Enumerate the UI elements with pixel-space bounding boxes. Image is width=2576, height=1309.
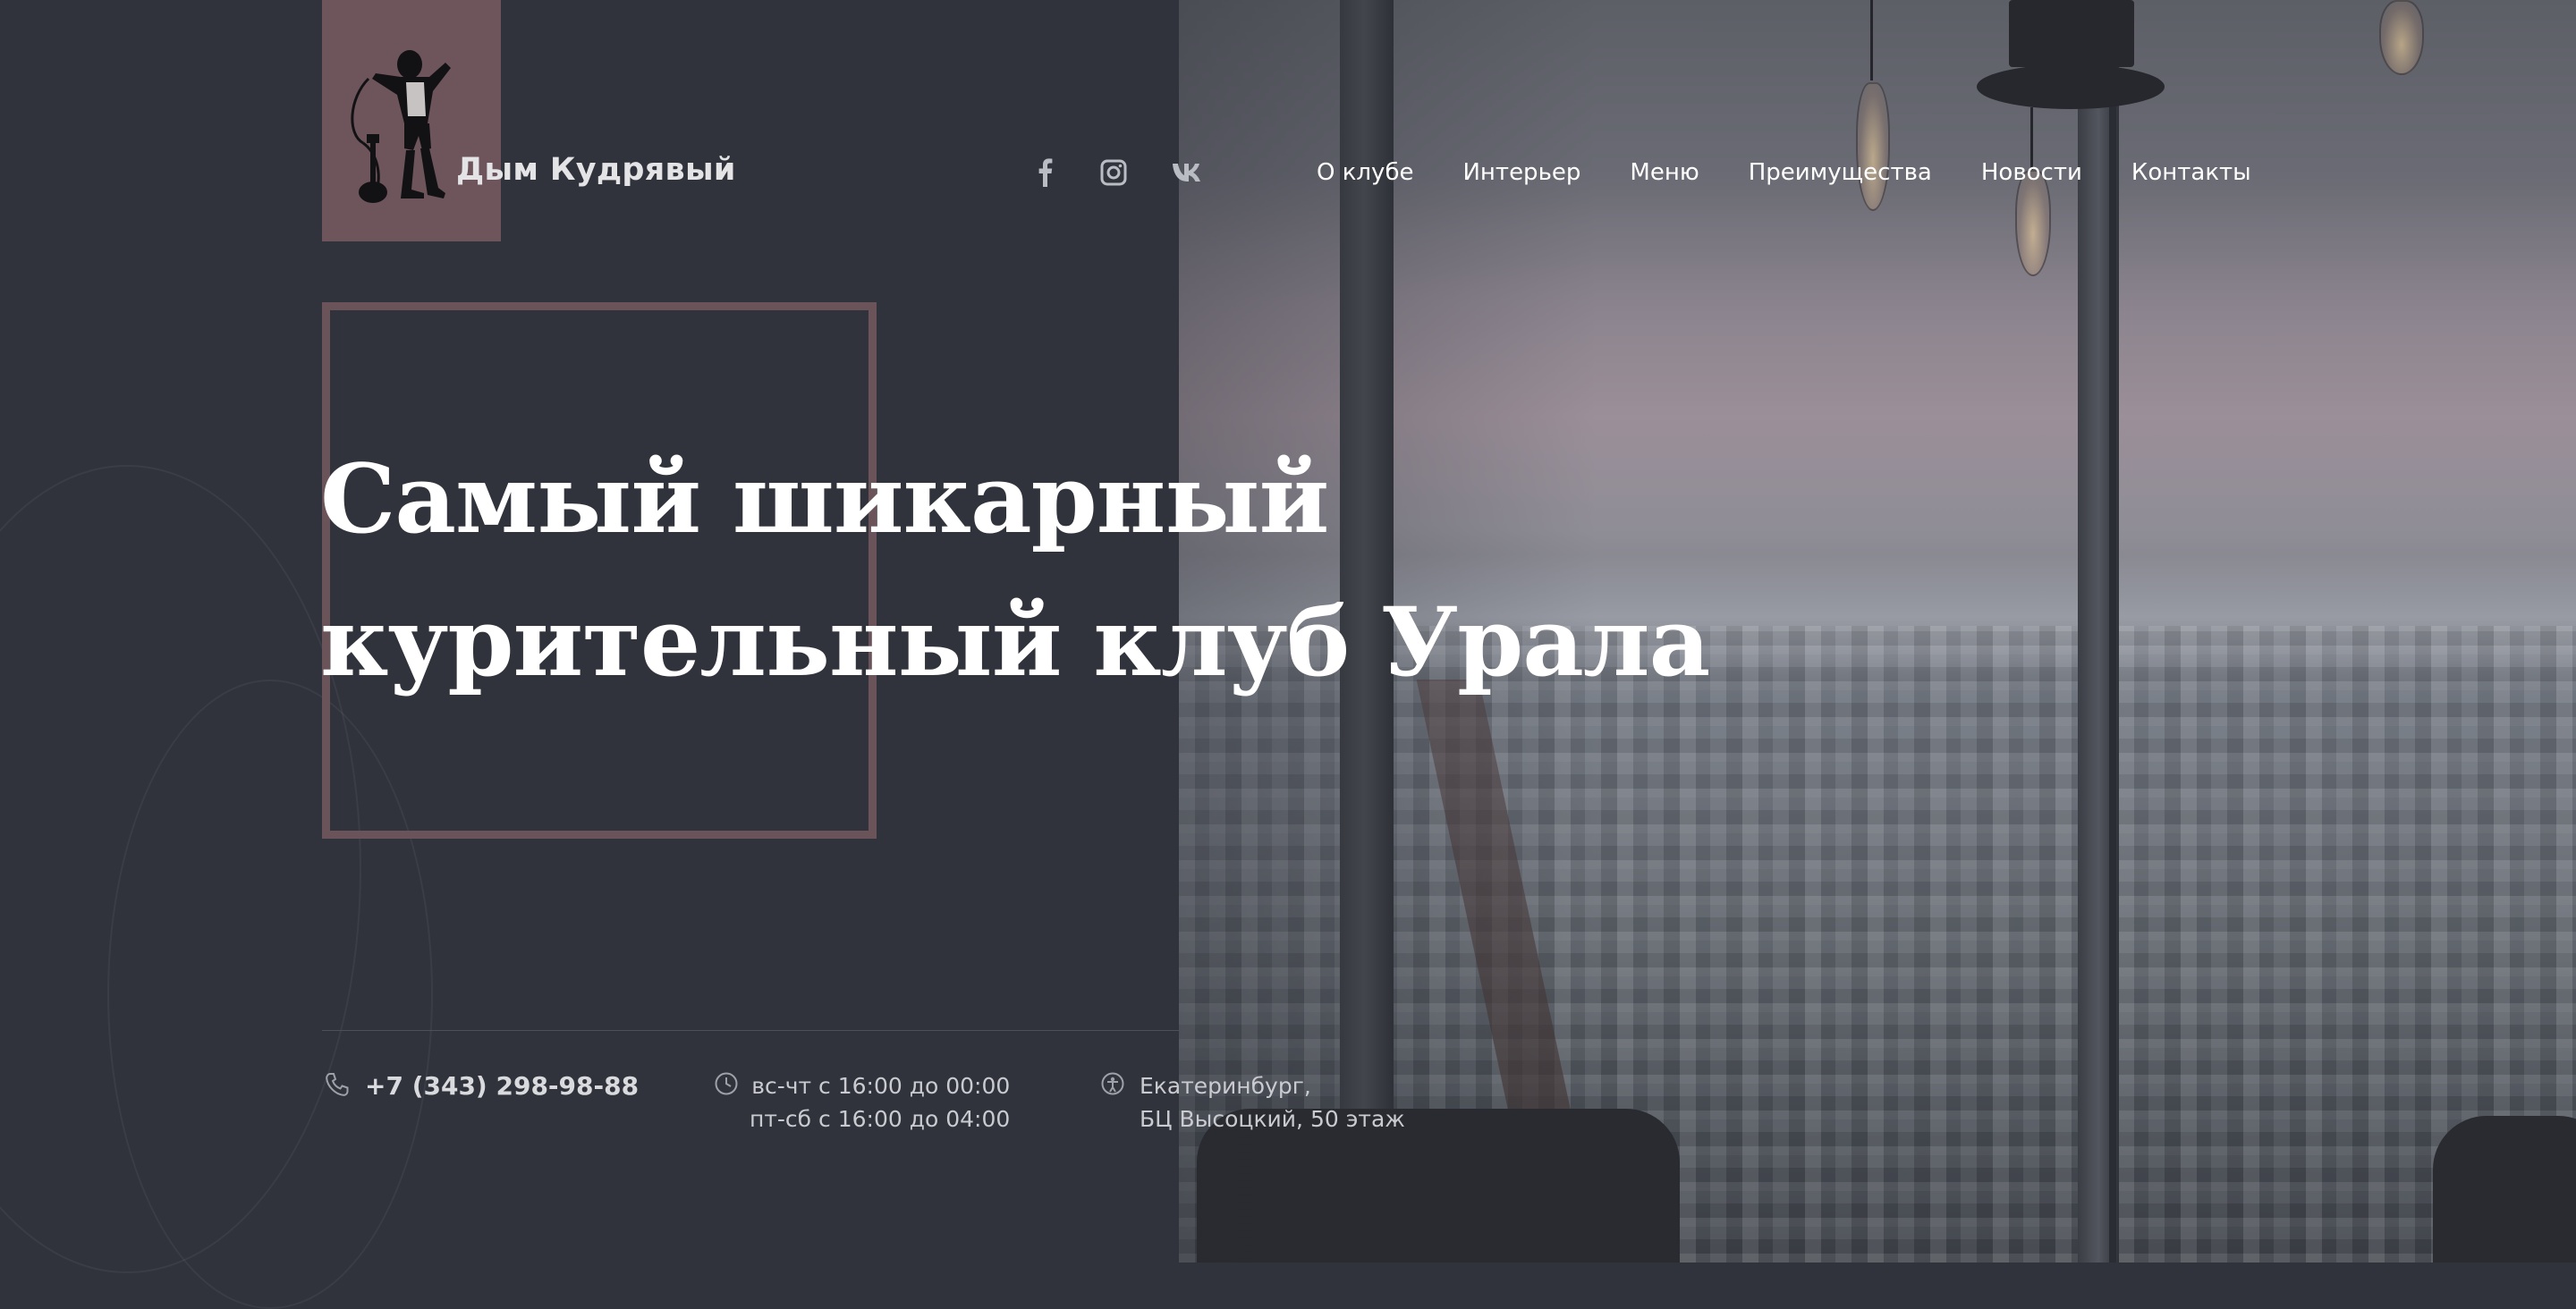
address-line-1: Екатеринбург, <box>1140 1073 1311 1099</box>
nav-item-contacts[interactable]: Контакты <box>2131 159 2251 186</box>
hours-line-2: пт-сб с 16:00 до 04:00 <box>750 1106 1011 1132</box>
nav-item-about[interactable]: О клубе <box>1317 159 1413 186</box>
hours-line-1: вс-чт с 16:00 до 00:00 <box>751 1073 1011 1099</box>
nav-item-menu[interactable]: Меню <box>1630 159 1699 186</box>
contacts-divider <box>322 1030 1179 1031</box>
nav-item-advantages[interactable]: Преимущества <box>1749 159 1932 186</box>
brand-name[interactable]: Дым Кудрявый <box>456 152 736 188</box>
hero-title: Самый шикарный курительный клуб Урала <box>320 427 1710 714</box>
vk-icon[interactable] <box>1170 156 1206 190</box>
hero-title-line-1: Самый шикарный <box>320 443 1329 554</box>
hero-title-line-2: курительный клуб Урала <box>320 586 1710 697</box>
phone-number[interactable]: +7 (343) 298-98-88 <box>365 1071 639 1101</box>
nav-item-interior[interactable]: Интерьер <box>1462 159 1580 186</box>
clock-icon <box>714 1071 739 1100</box>
instagram-icon[interactable] <box>1098 156 1129 190</box>
location-icon <box>1100 1071 1125 1100</box>
facebook-icon[interactable] <box>1032 156 1057 190</box>
main-navigation: О клубе Интерьер Меню Преимущества Новос… <box>1317 156 2251 190</box>
address-line-2: БЦ Высоцкий, 50 этаж <box>1140 1106 1405 1132</box>
nav-item-news[interactable]: Новости <box>1981 159 2082 186</box>
phone-icon <box>324 1071 351 1102</box>
